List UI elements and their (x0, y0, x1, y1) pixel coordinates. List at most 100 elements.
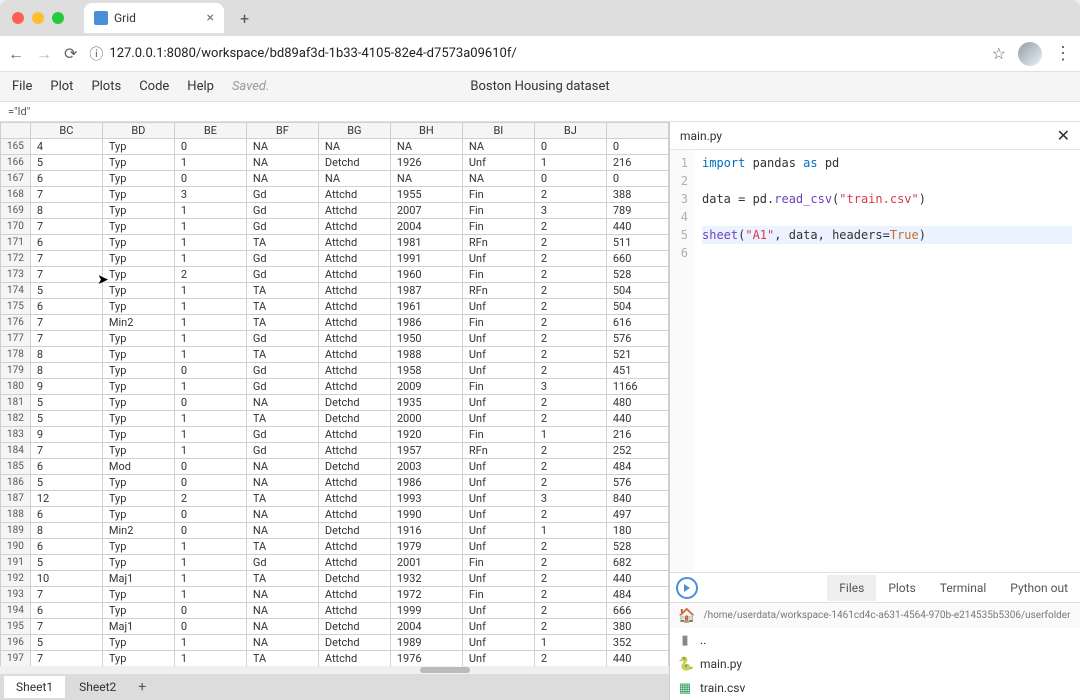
cell[interactable]: 1 (534, 635, 606, 651)
table-row[interactable]: 1788Typ1TAAttchd1988Unf2521 (1, 347, 669, 363)
cell[interactable]: 2 (534, 459, 606, 475)
forward-button[interactable]: → (36, 44, 52, 64)
cell[interactable]: NA (246, 523, 318, 539)
menu-file[interactable]: File (12, 79, 32, 94)
cell[interactable]: 1 (174, 219, 246, 235)
cell[interactable]: 840 (606, 491, 668, 507)
row-header[interactable]: 190 (1, 539, 31, 555)
cell[interactable]: Unf (462, 539, 534, 555)
cell[interactable]: Typ (102, 587, 174, 603)
cell[interactable]: 528 (606, 267, 668, 283)
cell[interactable]: Typ (102, 235, 174, 251)
cell[interactable]: 1 (174, 331, 246, 347)
cell[interactable]: 6 (30, 235, 102, 251)
table-row[interactable]: 1777Typ1GdAttchd1950Unf2576 (1, 331, 669, 347)
cell[interactable]: 0 (174, 619, 246, 635)
cell[interactable]: Attchd (318, 251, 390, 267)
cell[interactable]: Attchd (318, 587, 390, 603)
cell[interactable]: 576 (606, 331, 668, 347)
cell[interactable]: 2 (534, 395, 606, 411)
row-header[interactable]: 170 (1, 219, 31, 235)
table-row[interactable]: 19210Maj11TADetchd1932Unf2440 (1, 571, 669, 587)
grid-corner[interactable] (1, 123, 31, 139)
row-header[interactable]: 167 (1, 171, 31, 187)
cell[interactable]: NA (246, 635, 318, 651)
cell[interactable]: 1972 (390, 587, 462, 603)
column-header[interactable]: BG (318, 123, 390, 139)
cell[interactable]: 6 (30, 507, 102, 523)
cell[interactable]: Attchd (318, 315, 390, 331)
cell[interactable]: 1 (174, 379, 246, 395)
cell[interactable]: NA (318, 171, 390, 187)
cell[interactable]: Detchd (318, 459, 390, 475)
row-header[interactable]: 171 (1, 235, 31, 251)
cell[interactable]: 1986 (390, 475, 462, 491)
cell[interactable]: NA (462, 171, 534, 187)
table-row[interactable]: 1745Typ1TAAttchd1987RFn2504 (1, 283, 669, 299)
cell[interactable]: 0 (534, 171, 606, 187)
cell[interactable]: Detchd (318, 155, 390, 171)
cell[interactable]: 0 (174, 523, 246, 539)
cell[interactable]: 1955 (390, 187, 462, 203)
cell[interactable]: 2 (534, 571, 606, 587)
cell[interactable]: Typ (102, 139, 174, 155)
cell[interactable]: 1916 (390, 523, 462, 539)
cell[interactable]: 1989 (390, 635, 462, 651)
cell[interactable]: 1932 (390, 571, 462, 587)
cell[interactable]: 504 (606, 283, 668, 299)
cell[interactable]: 5 (30, 555, 102, 571)
cell[interactable]: 504 (606, 299, 668, 315)
row-header[interactable]: 174 (1, 283, 31, 299)
cell[interactable]: Gd (246, 331, 318, 347)
row-header[interactable]: 185 (1, 459, 31, 475)
cell[interactable]: 388 (606, 187, 668, 203)
grid-table[interactable]: BCBDBEBFBGBHBIBJ1654Typ0NANANANA001665Ty… (0, 122, 669, 666)
row-header[interactable]: 193 (1, 587, 31, 603)
cell[interactable]: 1976 (390, 651, 462, 667)
panel-tab-plots[interactable]: Plots (876, 575, 927, 601)
column-header[interactable] (606, 123, 668, 139)
cell[interactable]: 1957 (390, 443, 462, 459)
table-row[interactable]: 1847Typ1GdAttchd1957RFn2252 (1, 443, 669, 459)
cell[interactable]: 616 (606, 315, 668, 331)
cell[interactable]: Typ (102, 635, 174, 651)
column-header[interactable]: BJ (534, 123, 606, 139)
add-sheet-button[interactable]: + (130, 675, 154, 699)
close-window-icon[interactable] (12, 12, 24, 24)
cell[interactable]: TA (246, 539, 318, 555)
cell[interactable]: Attchd (318, 219, 390, 235)
cell[interactable]: 1 (174, 347, 246, 363)
cell[interactable]: 2 (534, 475, 606, 491)
cell[interactable]: 10 (30, 571, 102, 587)
row-header[interactable]: 196 (1, 635, 31, 651)
cell[interactable]: Fin (462, 427, 534, 443)
cell[interactable]: 1 (174, 443, 246, 459)
table-row[interactable]: 1865Typ0NAAttchd1986Unf2576 (1, 475, 669, 491)
cell[interactable]: Fin (462, 203, 534, 219)
cell[interactable]: 451 (606, 363, 668, 379)
cell[interactable]: Fin (462, 267, 534, 283)
cell[interactable]: 0 (174, 395, 246, 411)
cell[interactable]: 1926 (390, 155, 462, 171)
table-row[interactable]: 1654Typ0NANANANA00 (1, 139, 669, 155)
cell[interactable]: 1 (174, 571, 246, 587)
cell[interactable]: 1 (174, 155, 246, 171)
cell[interactable]: NA (390, 171, 462, 187)
cell[interactable]: TA (246, 491, 318, 507)
cell[interactable]: 1 (174, 635, 246, 651)
table-row[interactable]: 1815Typ0NADetchd1935Unf2480 (1, 395, 669, 411)
cell[interactable]: 6 (30, 459, 102, 475)
cell[interactable]: Typ (102, 507, 174, 523)
panel-tab-files[interactable]: Files (827, 575, 876, 601)
cell[interactable]: Unf (462, 363, 534, 379)
cell[interactable]: 521 (606, 347, 668, 363)
cell[interactable]: Attchd (318, 603, 390, 619)
cell[interactable]: Attchd (318, 475, 390, 491)
cell[interactable]: 2001 (390, 555, 462, 571)
table-row[interactable]: 1676Typ0NANANANA00 (1, 171, 669, 187)
cell[interactable]: NA (246, 171, 318, 187)
cell[interactable]: 789 (606, 203, 668, 219)
cell[interactable]: 2007 (390, 203, 462, 219)
cell[interactable]: Unf (462, 251, 534, 267)
cell[interactable]: 1 (174, 251, 246, 267)
